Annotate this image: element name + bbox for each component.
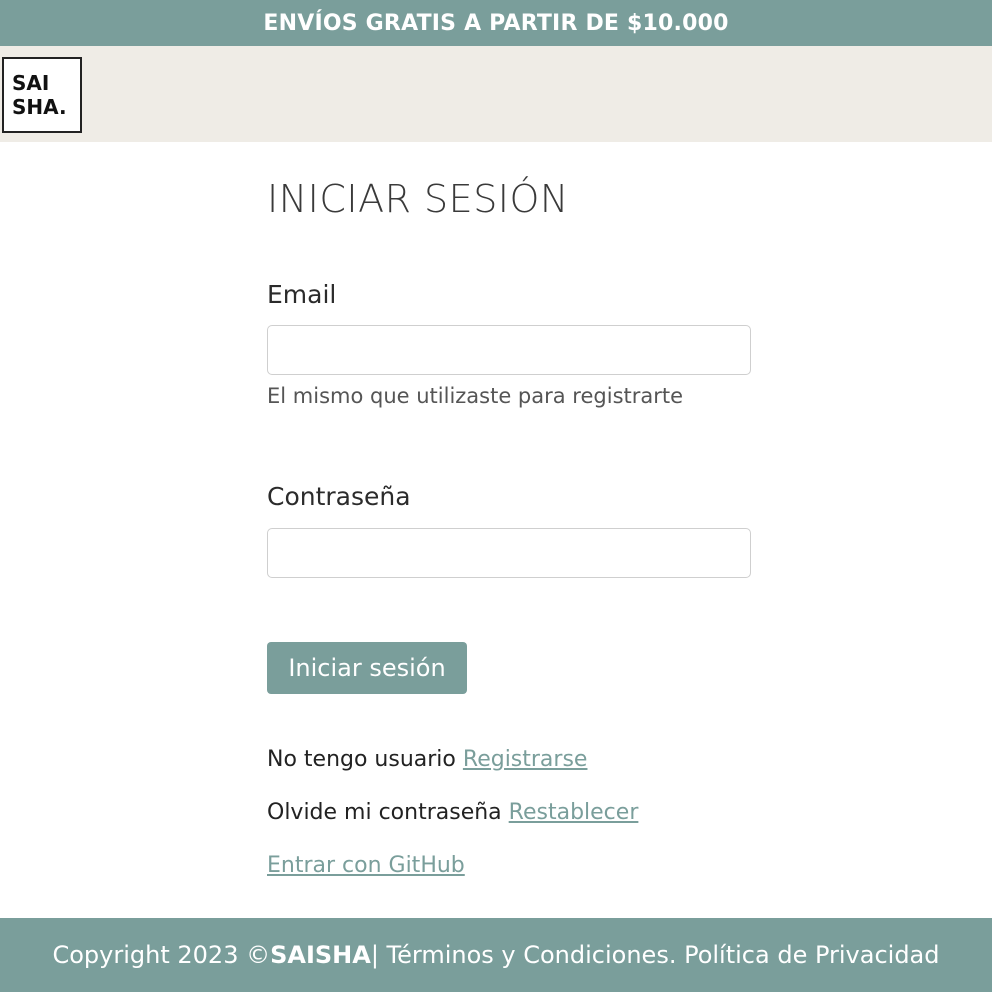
reset-password-link[interactable]: Restablecer bbox=[509, 800, 639, 825]
site-logo[interactable]: SAI SHA. bbox=[2, 57, 82, 133]
email-help-text: El mismo que utilizaste para registrarte bbox=[267, 384, 684, 408]
register-row: No tengo usuario Registrarse bbox=[267, 747, 587, 772]
reset-text: Olvide mi contraseña bbox=[267, 800, 502, 825]
password-input[interactable] bbox=[267, 528, 751, 578]
site-footer: Copyright 2023 © SAISHA | Términos y Con… bbox=[0, 918, 992, 992]
logo-line-1: SAI bbox=[12, 71, 50, 95]
register-text: No tengo usuario bbox=[267, 747, 456, 772]
page-title: INICIAR SESIÓN bbox=[267, 177, 569, 221]
logo-line-2: SHA. bbox=[12, 95, 67, 119]
password-label: Contraseña bbox=[267, 482, 411, 511]
footer-copyright: Copyright 2023 © bbox=[52, 941, 271, 969]
email-label: Email bbox=[267, 280, 337, 309]
register-link[interactable]: Registrarse bbox=[463, 747, 588, 772]
email-input[interactable] bbox=[267, 325, 751, 375]
site-header: SAI SHA. bbox=[0, 46, 992, 142]
footer-brand: SAISHA bbox=[270, 941, 371, 969]
login-button[interactable]: Iniciar sesión bbox=[267, 642, 467, 694]
github-login-link[interactable]: Entrar con GitHub bbox=[267, 853, 465, 878]
promo-text: ENVÍOS GRATIS A PARTIR DE $10.000 bbox=[263, 10, 729, 36]
reset-row: Olvide mi contraseña Restablecer bbox=[267, 800, 638, 825]
footer-legal-links[interactable]: | Términos y Condiciones. Política de Pr… bbox=[371, 941, 940, 969]
promo-banner: ENVÍOS GRATIS A PARTIR DE $10.000 bbox=[0, 0, 992, 46]
github-row: Entrar con GitHub bbox=[267, 853, 465, 878]
